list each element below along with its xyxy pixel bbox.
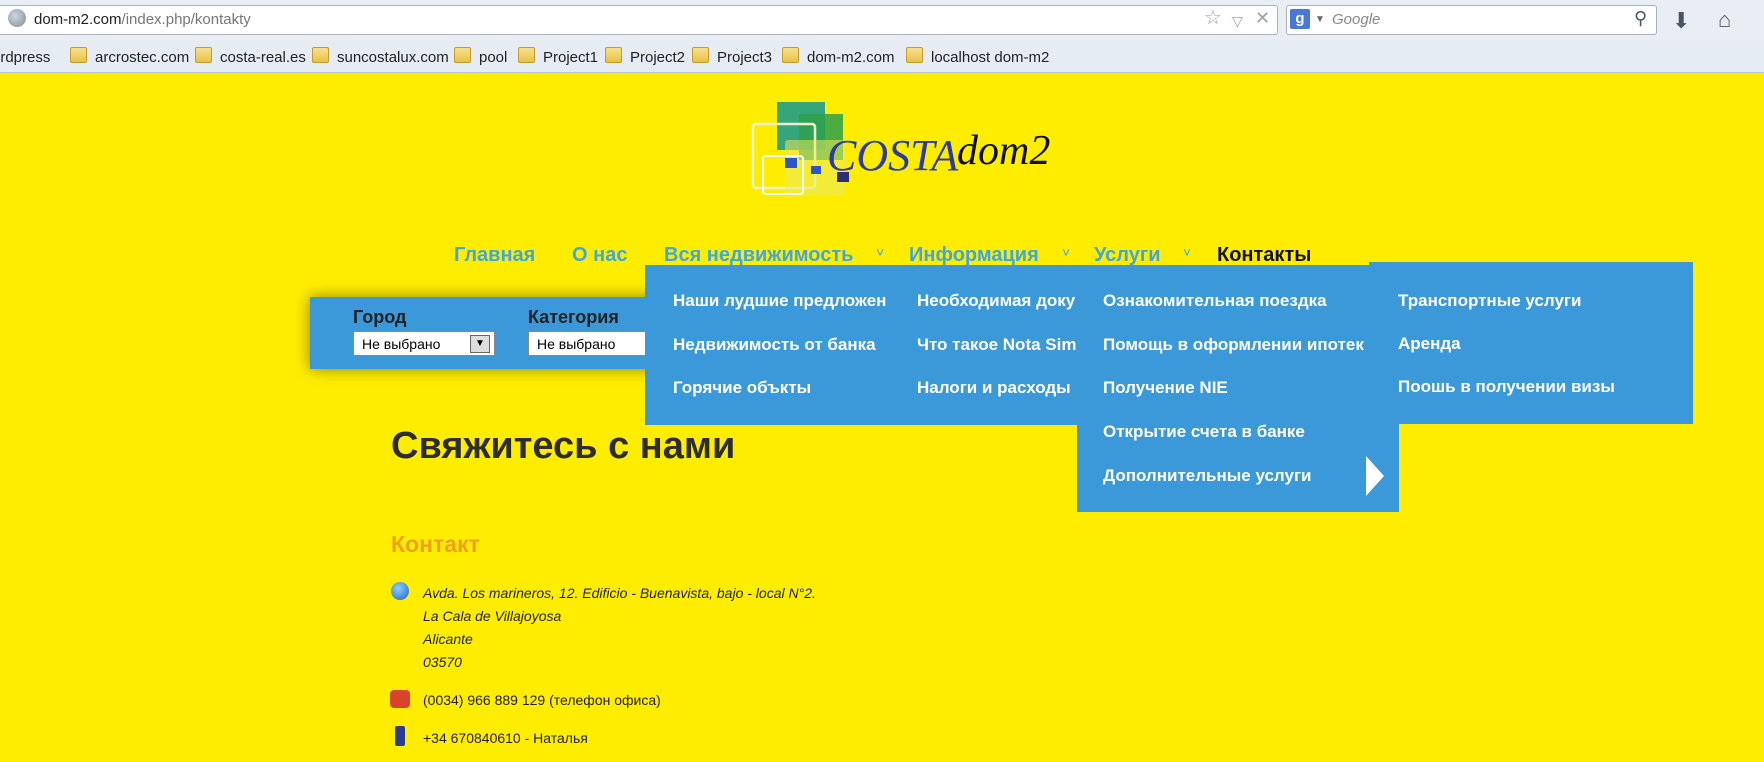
folder-icon <box>906 47 923 63</box>
menu-item-nota-simple[interactable]: Что такое Nota Simp <box>917 335 1077 355</box>
map-globe-icon <box>391 582 409 600</box>
bookmark-dom-m2[interactable]: dom-m2.com <box>807 49 895 66</box>
menu-item-documents[interactable]: Необходимая доку <box>917 291 1077 311</box>
menu-item-mortgage-help[interactable]: Помощь в оформлении ипотек <box>1103 335 1369 355</box>
menu-item-rent[interactable]: Аренда <box>1398 334 1461 354</box>
bookmark-costa-real[interactable]: costa-real.es <box>220 49 306 66</box>
submenu-arrow-icon[interactable] <box>1366 456 1384 496</box>
phone-icon <box>390 690 410 708</box>
nav-information[interactable]: Информация <box>909 244 1039 267</box>
folder-icon <box>70 47 87 63</box>
menu-item-additional-services[interactable]: Дополнительные услуги <box>1103 466 1312 486</box>
star-icon[interactable]: ☆ <box>1204 8 1222 28</box>
menu-item-nie[interactable]: Получение NIE <box>1103 378 1228 398</box>
address-line: Alicante <box>423 631 473 647</box>
site-logo[interactable]: COSTA dom2 <box>745 100 1085 200</box>
bookmark-suncostalux[interactable]: suncostalux.com <box>337 49 449 66</box>
menu-item-best-offers[interactable]: Наши лудшие предложен <box>673 291 891 311</box>
history-dropdown-icon[interactable]: ▽ <box>1232 11 1243 31</box>
url-text[interactable]: dom-m2.com/index.php/kontakty <box>34 11 251 28</box>
category-select[interactable]: Не выбрано <box>528 331 648 356</box>
chevron-down-icon[interactable]: ˅ <box>1183 244 1191 260</box>
folder-icon <box>692 47 709 63</box>
menu-item-taxes[interactable]: Налоги и расходы <box>917 378 1077 398</box>
bookmark-localhost[interactable]: localhost dom-m2 <box>931 49 1049 66</box>
folder-icon <box>518 47 535 63</box>
category-label: Категория <box>528 307 619 327</box>
page-title: Свяжитесь с нами <box>391 425 736 467</box>
search-input[interactable]: Google <box>1332 11 1380 28</box>
address-line: 03570 <box>423 654 462 670</box>
menu-item-bank-account[interactable]: Открытие счета в банке <box>1103 422 1305 442</box>
search-go-icon[interactable]: ⚲ <box>1634 8 1647 29</box>
bookmark-project2[interactable]: Project2 <box>630 49 685 66</box>
folder-icon <box>782 47 799 63</box>
folder-icon <box>195 47 212 63</box>
mobile-phone-icon <box>395 726 405 746</box>
menu-item-intro-trip[interactable]: Ознакомительная поездка <box>1103 291 1327 311</box>
bookmark-pool[interactable]: pool <box>479 49 507 66</box>
nav-services[interactable]: Услуги <box>1094 244 1161 267</box>
nav-property[interactable]: Вся недвижимость <box>664 244 853 267</box>
select-arrow-icon[interactable]: ▼ <box>470 335 490 353</box>
address-line: Avda. Los marineros, 12. Edificio - Buen… <box>423 585 816 601</box>
mobile-phone: +34 670840610 - Наталья <box>423 730 588 746</box>
nav-home[interactable]: Главная <box>454 244 535 267</box>
home-icon[interactable]: ⌂ <box>1718 7 1731 33</box>
folder-icon <box>605 47 622 63</box>
folder-icon <box>454 47 471 63</box>
chevron-down-icon[interactable]: ˅ <box>876 244 884 260</box>
bookmark-wordpress[interactable]: ordpress <box>0 49 50 66</box>
menu-item-visa-help[interactable]: Поошь в получении визы <box>1398 377 1615 397</box>
bookmark-project3[interactable]: Project3 <box>717 49 772 66</box>
menu-item-bank-property[interactable]: Недвижимость от банка <box>673 335 876 355</box>
engine-dropdown-icon[interactable]: ▼ <box>1315 14 1325 25</box>
logo-text-dom2: dom2 <box>957 128 1050 174</box>
folder-icon <box>312 47 329 63</box>
contact-heading: Контакт <box>391 531 480 557</box>
download-icon[interactable]: ⬇ <box>1672 8 1690 34</box>
menu-item-transport[interactable]: Транспортные услуги <box>1398 291 1581 311</box>
globe-icon <box>8 9 26 27</box>
chevron-down-icon[interactable]: ˅ <box>1062 244 1070 260</box>
menu-item-hot-objects[interactable]: Горячие объкты <box>673 378 811 398</box>
bookmark-project1[interactable]: Project1 <box>543 49 598 66</box>
stop-icon[interactable]: ✕ <box>1255 8 1270 28</box>
office-phone: (0034) 966 889 129 (телефон офиса) <box>423 692 661 708</box>
address-line: La Cala de Villajoyosa <box>423 608 562 624</box>
nav-about[interactable]: О нас <box>572 244 627 267</box>
google-icon[interactable]: g <box>1290 9 1310 29</box>
logo-text-costa: COSTA <box>827 131 959 180</box>
city-label: Город <box>353 307 407 327</box>
bookmark-arcrostec[interactable]: arcrostec.com <box>95 49 189 66</box>
nav-contacts[interactable]: Контакты <box>1217 244 1311 267</box>
